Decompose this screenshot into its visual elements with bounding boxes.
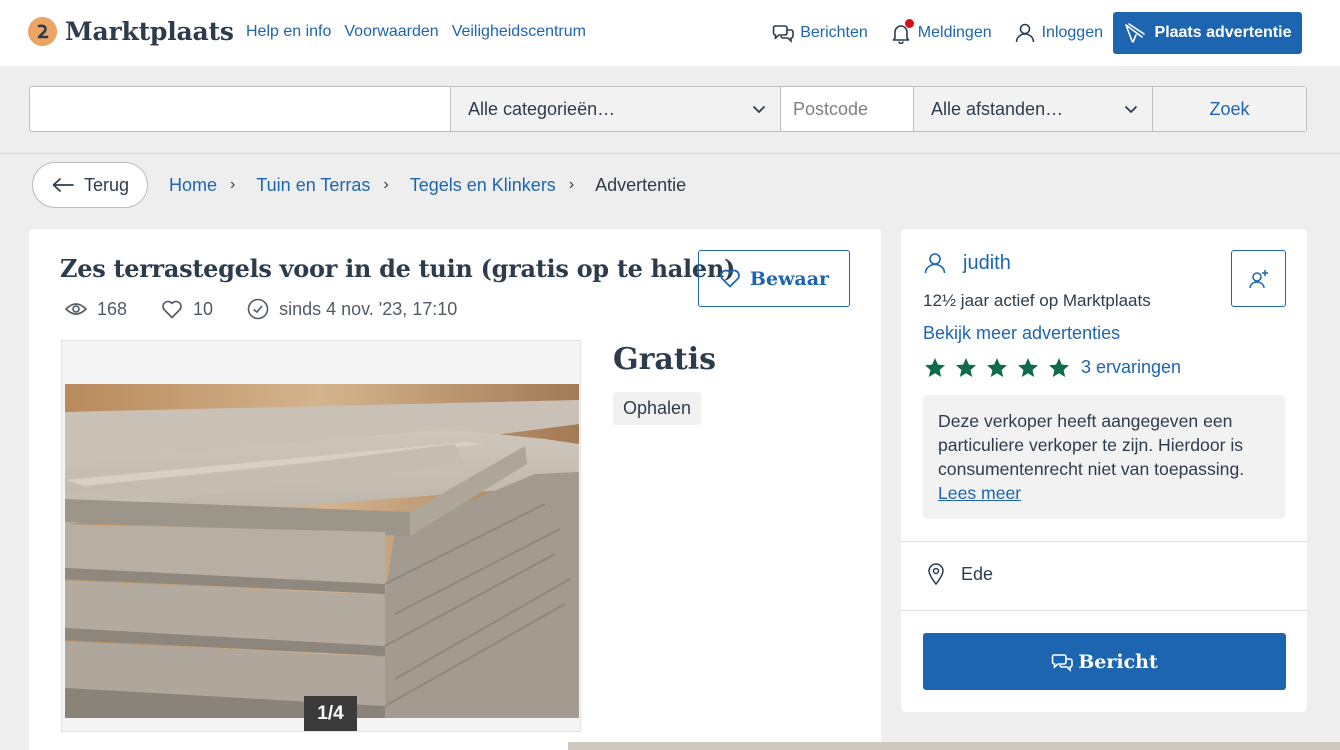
listing-date-value: sinds 4 nov. '23, 17:10 bbox=[279, 298, 458, 319]
user-icon bbox=[1015, 23, 1034, 43]
postcode-input[interactable]: Postcode bbox=[781, 87, 914, 131]
divider bbox=[901, 541, 1307, 542]
image-counter: 1/4 bbox=[304, 696, 357, 731]
save-button[interactable]: Bewaar bbox=[698, 250, 850, 307]
private-seller-notice: Deze verkoper heeft aangegeven een parti… bbox=[923, 395, 1285, 519]
terms-link[interactable]: Voorwaarden bbox=[344, 23, 438, 41]
seller-name: judith bbox=[963, 251, 1011, 274]
safety-center-link[interactable]: Veiligheidscentrum bbox=[452, 23, 586, 41]
chevron-right-icon: › bbox=[383, 176, 389, 193]
login-label: Inloggen bbox=[1041, 24, 1103, 41]
favorite-count: 10 bbox=[161, 299, 213, 320]
view-count-value: 168 bbox=[97, 298, 128, 319]
follow-seller-button[interactable] bbox=[1231, 250, 1286, 307]
chevron-down-icon bbox=[1124, 105, 1138, 113]
listing-price: Gratis bbox=[613, 342, 717, 377]
notification-dot bbox=[904, 19, 914, 28]
delivery-badge: Ophalen bbox=[613, 392, 702, 425]
listing-card: Zes terrastegels voor in de tuin (gratis… bbox=[29, 229, 881, 750]
star-icon bbox=[987, 358, 1007, 377]
megaphone-icon bbox=[1124, 23, 1145, 43]
listing-stats: 168 10 sinds 4 nov. '23, 17:10 bbox=[65, 298, 491, 320]
place-ad-button[interactable]: Plaats advertentie bbox=[1113, 12, 1302, 54]
place-ad-label: Plaats advertentie bbox=[1154, 24, 1292, 41]
star-icon bbox=[956, 358, 976, 377]
login-link[interactable]: Inloggen bbox=[1014, 22, 1103, 44]
seller-card: judith 12½ jaar actief op Marktplaats Be… bbox=[901, 229, 1307, 712]
location-pin-icon bbox=[928, 563, 944, 585]
divider bbox=[901, 610, 1307, 611]
category-select[interactable]: Alle categorieën… bbox=[451, 87, 781, 131]
listing-date: sinds 4 nov. '23, 17:10 bbox=[247, 298, 457, 320]
chevron-right-icon: › bbox=[568, 176, 575, 193]
chat-bubbles-icon bbox=[772, 25, 794, 43]
view-count: 168 bbox=[65, 299, 127, 320]
breadcrumb-tuin-en-terras[interactable]: Tuin en Terras bbox=[256, 175, 370, 196]
help-link[interactable]: Help en info bbox=[246, 23, 331, 41]
background-strip bbox=[568, 742, 1340, 750]
star-icon bbox=[1049, 358, 1069, 377]
distance-select-value: Alle afstanden… bbox=[931, 98, 1064, 119]
top-navigation-bar: Marktplaats Help en info Voorwaarden Vei… bbox=[0, 0, 1340, 66]
user-plus-icon bbox=[1248, 269, 1268, 288]
eye-icon bbox=[65, 303, 87, 315]
breadcrumb-tegels-en-klinkers[interactable]: Tegels en Klinkers bbox=[410, 175, 556, 196]
header-links: Help en info Voorwaarden Veiligheidscent… bbox=[246, 23, 586, 41]
user-icon bbox=[924, 253, 946, 274]
chat-bubbles-icon bbox=[1051, 653, 1074, 672]
favorite-count-value: 10 bbox=[193, 298, 214, 319]
notifications-label: Meldingen bbox=[917, 24, 992, 41]
image-gallery[interactable]: 1/4 bbox=[61, 340, 581, 732]
account-navigation: Berichten Meldingen Inloggen Plaats adve… bbox=[750, 12, 1302, 54]
seller-rating[interactable]: 3 ervaringen bbox=[925, 357, 1181, 378]
notice-text: Deze verkoper heeft aangegeven een parti… bbox=[938, 411, 1245, 479]
seller-active-since: 12½ jaar actief op Marktplaats bbox=[923, 291, 1151, 310]
messages-link[interactable]: Berichten bbox=[772, 23, 868, 43]
back-label: Terug bbox=[83, 174, 130, 195]
logo-text: Marktplaats bbox=[65, 17, 234, 46]
chevron-right-icon: › bbox=[230, 176, 236, 193]
search-button[interactable]: Zoek bbox=[1153, 87, 1306, 131]
category-select-value: Alle categorieën… bbox=[468, 98, 616, 119]
arrow-left-icon bbox=[52, 178, 74, 192]
more-ads-link[interactable]: Bekijk meer advertenties bbox=[923, 323, 1120, 344]
seller-location: Ede bbox=[928, 563, 993, 585]
send-message-label: Bericht bbox=[1078, 650, 1158, 673]
save-label: Bewaar bbox=[749, 267, 830, 290]
breadcrumb: Terug Home › Tuin en Terras › Tegels en … bbox=[32, 162, 686, 208]
read-more-link[interactable]: Lees meer bbox=[938, 483, 1021, 503]
logo-mark-icon bbox=[28, 17, 57, 46]
send-message-button[interactable]: Bericht bbox=[923, 633, 1286, 690]
notifications-link[interactable]: Meldingen bbox=[890, 19, 992, 44]
listing-title: Zes terrastegels voor in de tuin (gratis… bbox=[60, 254, 736, 283]
breadcrumb-current: Advertentie bbox=[595, 174, 687, 195]
stacked-tiles-photo bbox=[65, 384, 579, 718]
listing-photo[interactable] bbox=[65, 384, 579, 718]
chevron-down-icon bbox=[752, 105, 766, 113]
back-button[interactable]: Terug bbox=[32, 162, 148, 208]
heart-icon bbox=[162, 300, 182, 318]
search-input[interactable] bbox=[30, 87, 451, 131]
clock-icon bbox=[247, 298, 269, 320]
reviews-link[interactable]: 3 ervaringen bbox=[1081, 357, 1181, 378]
search-section: Alle categorieën… Postcode Alle afstande… bbox=[0, 66, 1340, 154]
location-name: Ede bbox=[961, 563, 994, 584]
heart-icon bbox=[720, 269, 740, 288]
seller-profile-link[interactable]: judith bbox=[923, 251, 1011, 275]
star-icon bbox=[925, 358, 945, 377]
breadcrumb-home[interactable]: Home bbox=[169, 175, 217, 196]
star-icon bbox=[1018, 358, 1038, 377]
distance-select[interactable]: Alle afstanden… bbox=[914, 87, 1153, 131]
marktplaats-logo[interactable]: Marktplaats bbox=[28, 17, 234, 46]
messages-label: Berichten bbox=[800, 24, 868, 41]
search-bar: Alle categorieën… Postcode Alle afstande… bbox=[29, 86, 1307, 132]
